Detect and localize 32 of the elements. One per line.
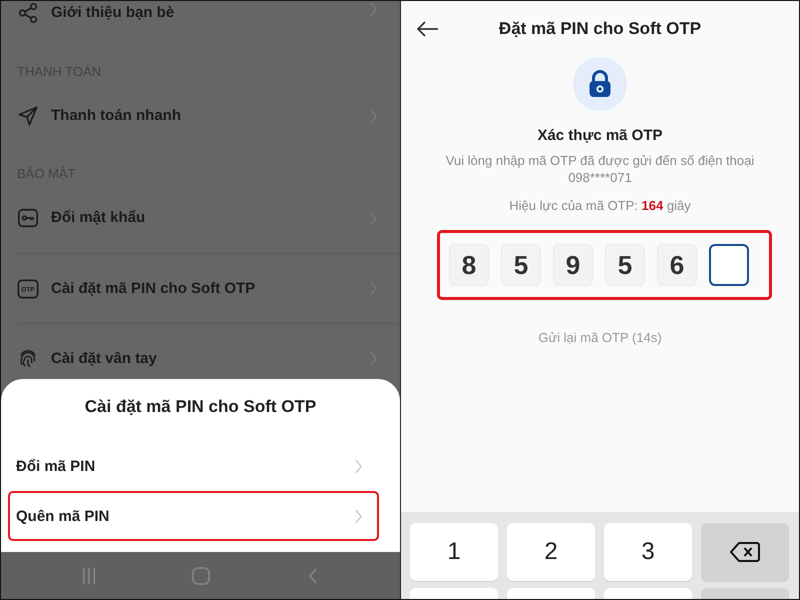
chevron-right-icon [354, 508, 363, 524]
arrow-left-icon[interactable] [417, 21, 439, 37]
validity-text: Hiệu lực của mã OTP: 164 giây [509, 197, 691, 214]
otp-digit-field[interactable]: 9 [553, 244, 593, 286]
chevron-right-icon [369, 2, 378, 17]
sheet-option[interactable]: Quên mã PIN [8, 491, 379, 541]
keypad-key[interactable]: 2 [507, 523, 595, 581]
chevron-right-icon [354, 458, 363, 474]
otp-digit-field[interactable]: 8 [449, 244, 489, 286]
otp-digit-field[interactable]: 5 [605, 244, 645, 286]
three-bars-icon[interactable] [82, 568, 96, 584]
keypad-key[interactable] [604, 588, 692, 599]
key-icon [17, 207, 39, 229]
otp-digit-field[interactable] [709, 244, 749, 286]
rounded-square-icon[interactable] [192, 566, 210, 584]
chevron-left-icon[interactable] [308, 568, 318, 584]
screen-title: Đặt mã PIN cho Soft OTP [498, 18, 702, 40]
sheet-title: Cài đặt mã PIN cho Soft OTP [84, 397, 318, 417]
keypad-key[interactable]: 1 [410, 523, 498, 581]
paper-plane-icon [17, 105, 39, 127]
keypad-key[interactable] [701, 588, 789, 599]
backspace-icon [730, 542, 760, 562]
sheet-option[interactable]: Đổi mã PIN [8, 441, 379, 491]
otp-digit-field[interactable]: 5 [501, 244, 541, 286]
keypad-key[interactable] [507, 588, 595, 599]
otp-digit-field[interactable]: 6 [657, 244, 697, 286]
keypad-key[interactable] [410, 588, 498, 599]
verification-heading: Xác thực mã OTP [537, 126, 663, 146]
instruction-text: Vui lòng nhập mã OTP đã được gửi đến số điện thoại 098****071 [444, 152, 756, 186]
lock-icon [573, 57, 627, 111]
backspace-key[interactable] [701, 523, 789, 581]
keypad-key[interactable]: 3 [604, 523, 692, 581]
